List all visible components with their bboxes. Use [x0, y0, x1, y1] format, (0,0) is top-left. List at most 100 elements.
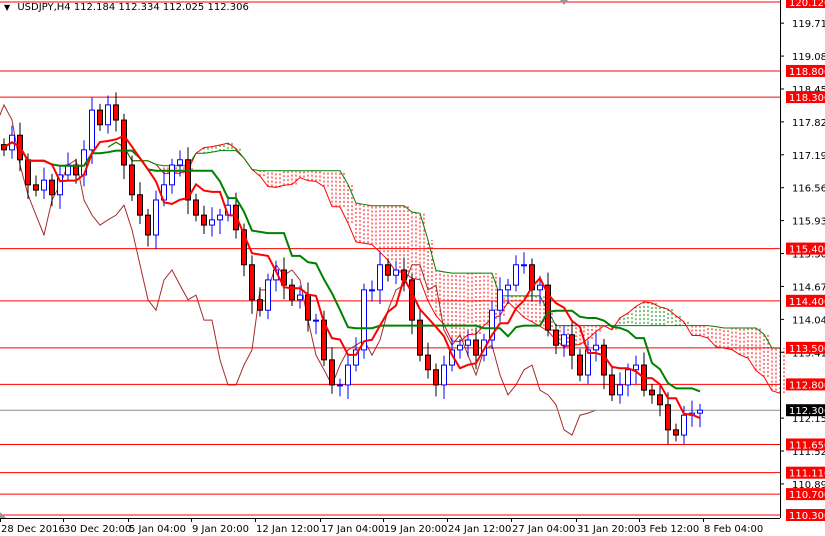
price-chart[interactable]: 119.715119.085118.455117.825117.195116.5… — [0, 0, 825, 536]
x-tick-label: 27 Jan 04:00 — [512, 524, 575, 535]
close-value: 112.306 — [207, 2, 249, 13]
bear-candle — [129, 164, 135, 196]
chart-window: 119.715119.085118.455117.825117.195116.5… — [0, 0, 825, 536]
x-tick-label: 30 Dec 20:00 — [64, 524, 131, 535]
bear-candle — [305, 294, 311, 321]
y-tick-label: 116.565 — [792, 184, 825, 195]
bear-candle — [33, 184, 39, 191]
senkou-span-a-line — [107, 141, 780, 394]
collapse-triangle-icon[interactable]: ▼ — [4, 3, 10, 12]
bear-candle — [433, 369, 439, 386]
bull-candle — [465, 339, 471, 346]
bull-candle — [313, 319, 319, 322]
bull-candle — [41, 179, 47, 191]
bull-candle — [345, 364, 351, 386]
bull-candle — [377, 264, 383, 291]
bull-candle — [625, 369, 631, 386]
bull-candle — [561, 334, 567, 346]
bear-candle — [473, 339, 479, 356]
bull-candle — [177, 159, 183, 166]
x-tick-label: 9 Jan 20:00 — [192, 524, 249, 535]
low-value: 112.025 — [162, 2, 205, 13]
bear-candle — [201, 214, 207, 226]
bear-candle — [145, 214, 151, 236]
bull-candle — [169, 164, 175, 186]
open-value: 112.184 — [73, 2, 116, 13]
level-price-tag: 110.300 — [789, 511, 825, 522]
level-price-tag: 112.800 — [789, 380, 825, 391]
level-price-tag: 111.650 — [789, 440, 825, 451]
x-tick-label: 24 Jan 12:00 — [448, 524, 511, 535]
bull-candle — [393, 269, 399, 276]
bear-candle — [425, 354, 431, 371]
bull-candle — [513, 264, 519, 286]
bear-candle — [257, 299, 263, 311]
bear-candle — [673, 429, 679, 436]
bear-candle — [601, 344, 607, 376]
bear-candle — [121, 119, 127, 166]
bear-candle — [577, 354, 583, 376]
bear-candle — [553, 329, 559, 346]
bull-candle — [441, 364, 447, 386]
y-tick-label: 117.825 — [792, 118, 825, 129]
bear-candle — [193, 199, 199, 216]
bear-candle — [113, 104, 119, 121]
bull-candle — [617, 384, 623, 396]
level-price-tag: 110.700 — [789, 490, 825, 501]
level-price-tag: 113.500 — [789, 344, 825, 355]
bull-candle — [457, 344, 463, 351]
bull-candle — [105, 104, 111, 126]
bull-candle — [369, 289, 375, 292]
level-price-tag: 114.400 — [789, 297, 825, 308]
level-price-tag: 118.300 — [789, 93, 825, 104]
bull-candle — [681, 414, 687, 436]
chart-title: ▼ USDJPY,H4 112.184 112.334 112.025 112.… — [4, 2, 249, 13]
bear-candle — [329, 359, 335, 386]
bear-candle — [665, 404, 671, 431]
x-tick-label: 28 Dec 2016 — [1, 524, 65, 535]
bull-candle — [521, 264, 527, 267]
bear-candle — [249, 264, 255, 301]
bull-candle — [265, 279, 271, 311]
bear-candle — [409, 279, 415, 321]
current-price-tag: 112.306 — [789, 406, 825, 417]
bull-candle — [593, 344, 599, 351]
y-tick-label: 119.085 — [792, 52, 825, 63]
y-tick-label: 119.715 — [792, 19, 825, 30]
x-tick-label: 3 Feb 12:00 — [640, 524, 699, 535]
bull-candle — [505, 284, 511, 291]
y-tick-label: 114.045 — [792, 315, 825, 326]
bull-candle — [153, 199, 159, 236]
bull-candle — [537, 284, 543, 291]
bull-candle — [633, 364, 639, 371]
x-tick-label: 17 Jan 04:00 — [321, 524, 384, 535]
bear-candle — [97, 109, 103, 126]
bull-candle — [89, 109, 95, 151]
bear-candle — [657, 394, 663, 406]
y-tick-label: 117.195 — [792, 151, 825, 162]
level-price-tag: 111.110 — [789, 469, 825, 480]
bull-candle — [209, 219, 215, 226]
tenkan-sen-line — [3, 134, 701, 420]
symbol-label: USDJPY,H4 — [17, 2, 71, 13]
bull-candle — [337, 384, 343, 387]
x-tick-label: 5 Jan 04:00 — [129, 524, 186, 535]
chikou-span-line — [0, 103, 597, 436]
high-value: 112.334 — [118, 2, 160, 13]
bear-candle — [649, 389, 655, 396]
bull-candle — [497, 289, 503, 311]
x-tick-label: 8 Feb 04:00 — [704, 524, 763, 535]
bear-candle — [609, 374, 615, 396]
x-tick-label: 19 Jan 20:00 — [384, 524, 447, 535]
bear-candle — [49, 179, 55, 196]
bull-candle — [217, 214, 223, 221]
y-tick-label: 114.675 — [792, 282, 825, 293]
level-price-tag: 115.400 — [789, 245, 825, 256]
x-tick-label: 31 Jan 20:00 — [577, 524, 640, 535]
bull-candle — [297, 294, 303, 301]
level-price-tag: 118.800 — [789, 67, 825, 78]
y-tick-label: 115.935 — [792, 217, 825, 228]
senkou-span-b-line — [107, 141, 780, 349]
bear-candle — [25, 159, 31, 186]
bear-candle — [569, 334, 575, 356]
